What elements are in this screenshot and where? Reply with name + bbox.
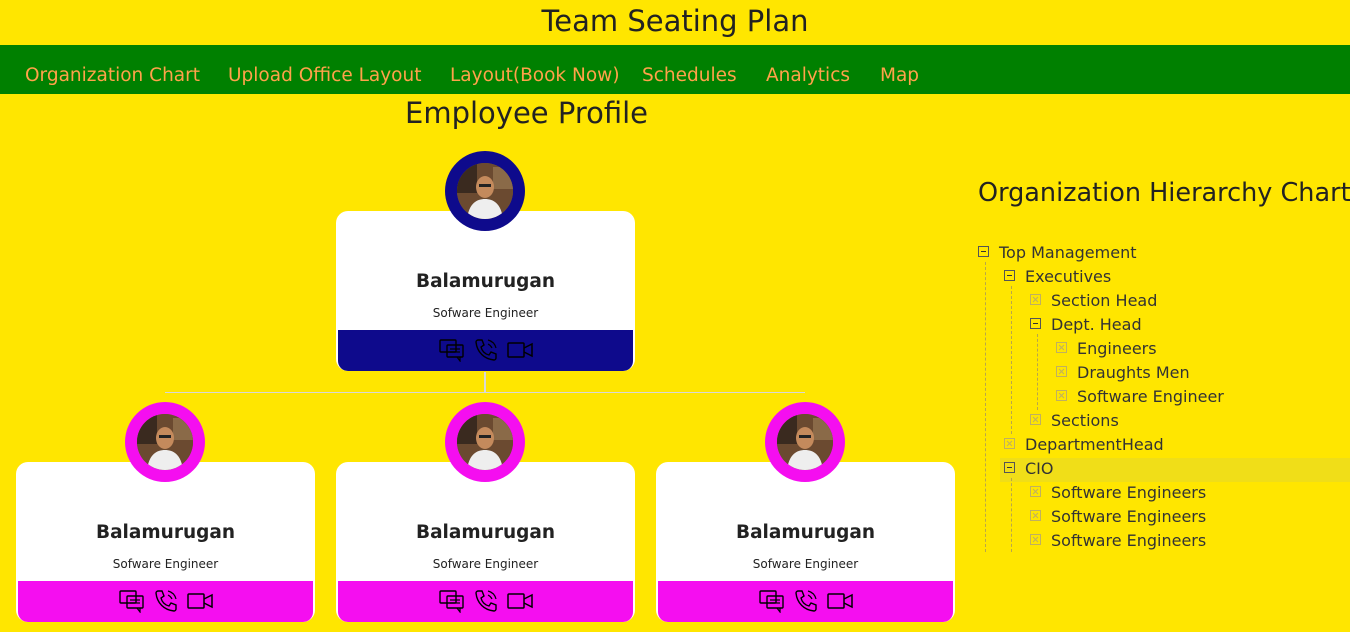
- card-footer: [338, 581, 633, 622]
- video-icon[interactable]: [506, 589, 533, 613]
- avatar: [777, 414, 833, 470]
- nav-map[interactable]: Map: [880, 45, 919, 94]
- chat-icon[interactable]: [438, 338, 465, 363]
- employee-profile-title: Employee Profile: [405, 96, 649, 130]
- report-avatar-ring: [125, 402, 205, 482]
- leaf-icon: [1030, 414, 1041, 425]
- hierarchy-title: Organization Hierarchy Chart: [978, 178, 1350, 208]
- avatar: [457, 414, 513, 470]
- tree-node-selected[interactable]: CIO: [1004, 457, 1053, 481]
- employee-role: Sofware Engineer: [432, 557, 539, 571]
- tree-node[interactable]: Draughts Men: [1056, 361, 1190, 385]
- tree-node[interactable]: Dept. Head: [1030, 313, 1142, 337]
- chat-icon[interactable]: [758, 589, 785, 614]
- tree-node-label: Draughts Men: [1077, 363, 1190, 382]
- tree-node-label: Software Engineers: [1051, 483, 1207, 502]
- top-nav: Organization Chart Upload Office Layout …: [0, 45, 1350, 94]
- nav-schedules[interactable]: Schedules: [642, 45, 737, 94]
- card-footer: [658, 581, 953, 622]
- report-avatar-ring: [445, 402, 525, 482]
- leaf-icon: [1030, 294, 1041, 305]
- collapse-icon[interactable]: [1030, 318, 1041, 329]
- avatar: [457, 163, 513, 219]
- tree-node[interactable]: Software Engineers: [1030, 481, 1206, 505]
- nav-upload-office-layout[interactable]: Upload Office Layout: [228, 45, 421, 94]
- phone-icon[interactable]: [473, 338, 499, 362]
- tree-node-label: Dept. Head: [1051, 315, 1142, 334]
- leaf-icon: [1030, 486, 1041, 497]
- tree-node-label: Software Engineer: [1077, 387, 1224, 406]
- tree-guide-line: [985, 262, 986, 552]
- connector-horizontal: [165, 392, 805, 393]
- leaf-icon: [1056, 366, 1067, 377]
- report-avatar-ring: [765, 402, 845, 482]
- tree-node[interactable]: Software Engineer: [1056, 385, 1224, 409]
- employee-name: Balamurugan: [95, 522, 236, 543]
- app-title: Team Seating Plan: [541, 4, 809, 38]
- nav-organization-chart[interactable]: Organization Chart: [25, 45, 200, 94]
- video-icon[interactable]: [506, 338, 533, 362]
- phone-icon[interactable]: [153, 589, 179, 613]
- chat-icon[interactable]: [118, 589, 145, 614]
- tree-guide-line: [1011, 286, 1012, 434]
- tree-node-label: Sections: [1051, 411, 1119, 430]
- leaf-icon: [1056, 342, 1067, 353]
- video-icon[interactable]: [826, 589, 853, 613]
- tree-node[interactable]: Section Head: [1030, 289, 1157, 313]
- tree-node-label: DepartmentHead: [1025, 435, 1164, 454]
- chat-icon[interactable]: [438, 589, 465, 614]
- collapse-icon[interactable]: [978, 246, 989, 257]
- collapse-icon[interactable]: [1004, 462, 1015, 473]
- nav-analytics[interactable]: Analytics: [766, 45, 850, 94]
- employee-role: Sofware Engineer: [432, 306, 539, 320]
- report-card: Balamurugan Sofware Engineer: [336, 462, 635, 622]
- tree-node-label: Executives: [1025, 267, 1112, 286]
- leaf-icon: [1056, 390, 1067, 401]
- tree-node-label: Software Engineers: [1051, 507, 1207, 526]
- tree-node-label: Engineers: [1077, 339, 1157, 358]
- tree-guide-line: [1037, 334, 1038, 410]
- nav-layout-book-now[interactable]: Layout(Book Now): [450, 45, 620, 94]
- leaf-icon: [1030, 510, 1041, 521]
- tree-node-label: Section Head: [1051, 291, 1158, 310]
- video-icon[interactable]: [186, 589, 213, 613]
- employee-name: Balamurugan: [415, 271, 556, 292]
- tree-node[interactable]: Engineers: [1056, 337, 1157, 361]
- phone-icon[interactable]: [473, 589, 499, 613]
- card-footer: [338, 330, 633, 371]
- employee-role: Sofware Engineer: [112, 557, 219, 571]
- tree-node[interactable]: Executives: [1004, 265, 1111, 289]
- tree-node-label: CIO: [1025, 459, 1054, 478]
- manager-avatar-ring: [445, 151, 525, 231]
- tree-node-label: Top Management: [999, 243, 1137, 262]
- leaf-icon: [1030, 534, 1041, 545]
- collapse-icon[interactable]: [1004, 270, 1015, 281]
- tree-guide-line: [1011, 478, 1012, 552]
- employee-role: Sofware Engineer: [752, 557, 859, 571]
- tree-node[interactable]: DepartmentHead: [1004, 433, 1164, 457]
- tree-node[interactable]: Software Engineers: [1030, 505, 1206, 529]
- tree-node-label: Software Engineers: [1051, 531, 1207, 550]
- employee-name: Balamurugan: [415, 522, 556, 543]
- connector-vertical: [484, 372, 486, 392]
- employee-name: Balamurugan: [735, 522, 876, 543]
- phone-icon[interactable]: [793, 589, 819, 613]
- tree-node[interactable]: Sections: [1030, 409, 1119, 433]
- report-card: Balamurugan Sofware Engineer: [16, 462, 315, 622]
- leaf-icon: [1004, 438, 1015, 449]
- card-footer: [18, 581, 313, 622]
- tree-node[interactable]: Software Engineers: [1030, 529, 1206, 553]
- avatar: [137, 414, 193, 470]
- tree-node[interactable]: Top Management: [978, 241, 1136, 265]
- manager-card: Balamurugan Sofware Engineer: [336, 211, 635, 371]
- report-card: Balamurugan Sofware Engineer: [656, 462, 955, 622]
